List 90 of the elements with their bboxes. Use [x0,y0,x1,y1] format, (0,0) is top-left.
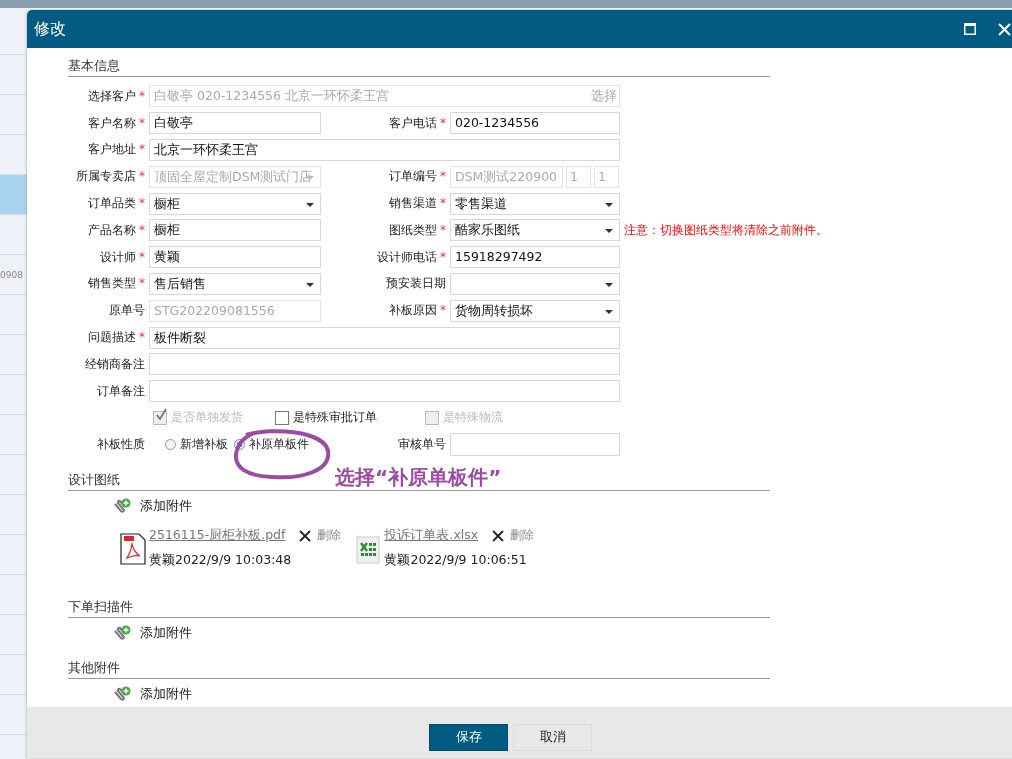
radio-option[interactable]: 新增补板 [165,436,228,454]
caret-icon [306,175,314,180]
field-label: 客户地址 [88,142,136,157]
field-label: 问题描述 [88,330,136,345]
section-title: 其他附件 [68,660,770,680]
annotation-text: 选择“补原单板件” [335,464,502,491]
file-link[interactable]: 2516115-厨柜补板.pdf [149,527,286,545]
delete-link[interactable]: 删除 [317,527,342,545]
file-link[interactable]: 投诉订单表.xlsx [384,527,479,545]
input-field[interactable] [450,433,620,457]
cancel-button[interactable]: 取消 [513,723,592,751]
input-field[interactable]: 白敬亭 [149,112,321,135]
required-mark: * [139,88,145,103]
input-field[interactable]: 板件断裂 [149,326,620,349]
input-field[interactable] [149,353,620,376]
field-label: 客户名称 [88,115,136,130]
field-label: 预安装日期 [386,276,446,291]
input-field[interactable]: 橱柜 [149,219,321,242]
delete-icon[interactable] [492,529,505,542]
checkbox[interactable] [275,410,289,425]
paperclip-add-icon[interactable] [113,498,131,515]
field-label: 销售渠道 [389,196,437,211]
pdf-file-icon [120,533,146,566]
required-mark: * [139,196,145,211]
required-mark: * [139,169,145,184]
required-mark: * [139,249,145,264]
required-mark: * [440,303,446,318]
required-mark: * [440,196,446,211]
field-label: 图纸类型 [389,222,437,237]
required-mark: * [139,115,145,130]
checkbox-option[interactable]: 是特殊审批订单 [275,409,425,427]
file-info: 黄颖2022/9/9 10:06:51 [384,552,528,570]
required-mark: * [440,169,446,184]
required-mark: * [440,222,446,237]
field-label: 选择客户 [88,88,136,103]
select-field[interactable] [450,272,620,295]
spreadsheet-file-icon [355,533,382,566]
select-field[interactable]: 酷家乐图纸 [450,219,620,242]
delete-link[interactable]: 删除 [510,527,535,545]
field-label: 订单编号 [389,169,437,184]
radio-button[interactable] [165,439,176,451]
add-attachment-link[interactable]: 添加附件 [140,685,192,703]
section-title: 基本信息 [68,58,770,77]
maximize-icon[interactable] [964,23,976,35]
paperclip-add-icon[interactable] [113,686,131,703]
field-label: 补板原因 [389,303,437,318]
field-label: 审核单号 [398,437,446,452]
input-field[interactable]: 020-1234556 [450,112,620,135]
field-label: 设计师电话 [377,249,437,264]
input-field[interactable]: 15918297492 [450,246,620,269]
section-title: 下单扫描件 [68,599,770,619]
field-label: 原单号 [109,303,145,318]
select-field[interactable]: 货物周转损坏 [450,299,620,322]
list-row[interactable] [0,175,27,215]
input-field[interactable] [149,380,620,403]
select-field[interactable]: 售后销售 [149,272,321,295]
field-label: 所属专卖店 [76,169,136,184]
file-info: 黄颖2022/9/9 10:03:48 [149,552,293,570]
caret-icon [605,202,613,207]
required-mark: * [440,115,446,130]
select-field[interactable]: 零售渠道 [450,192,620,215]
required-mark: * [440,249,446,264]
warning-note: 注意：切换图纸类型将清除之前附件。 [623,221,829,239]
input-field[interactable]: 北京一环怀柔王宫 [149,139,620,161]
caret-icon [605,229,613,234]
input-field[interactable]: 黄颖 [149,246,321,269]
field-label: 订单品类 [88,196,136,211]
caret-icon [306,282,314,287]
required-mark: * [139,142,145,157]
caret-icon [605,282,613,287]
field-label: 订单备注 [97,383,145,398]
required-mark: * [139,330,145,345]
delete-icon[interactable] [299,529,312,542]
field-label: 客户电话 [389,115,437,130]
caret-icon [306,202,314,207]
caret-icon [605,309,613,314]
window-title: 修改 [34,18,66,40]
field-label: 补板性质 [97,437,145,452]
required-mark: * [139,276,145,291]
field-label: 经销商备注 [85,356,145,371]
add-attachment-link[interactable]: 添加附件 [140,497,192,515]
field-label: 销售类型 [88,276,136,291]
field-label: 设计师 [100,249,136,264]
select-field[interactable]: 橱柜 [149,192,321,215]
close-icon[interactable] [998,22,1011,36]
field-label: 产品名称 [88,222,136,237]
required-mark: * [139,222,145,237]
paperclip-add-icon[interactable] [113,625,131,642]
save-button[interactable]: 保存 [429,723,508,751]
add-attachment-link[interactable]: 添加附件 [140,624,192,642]
